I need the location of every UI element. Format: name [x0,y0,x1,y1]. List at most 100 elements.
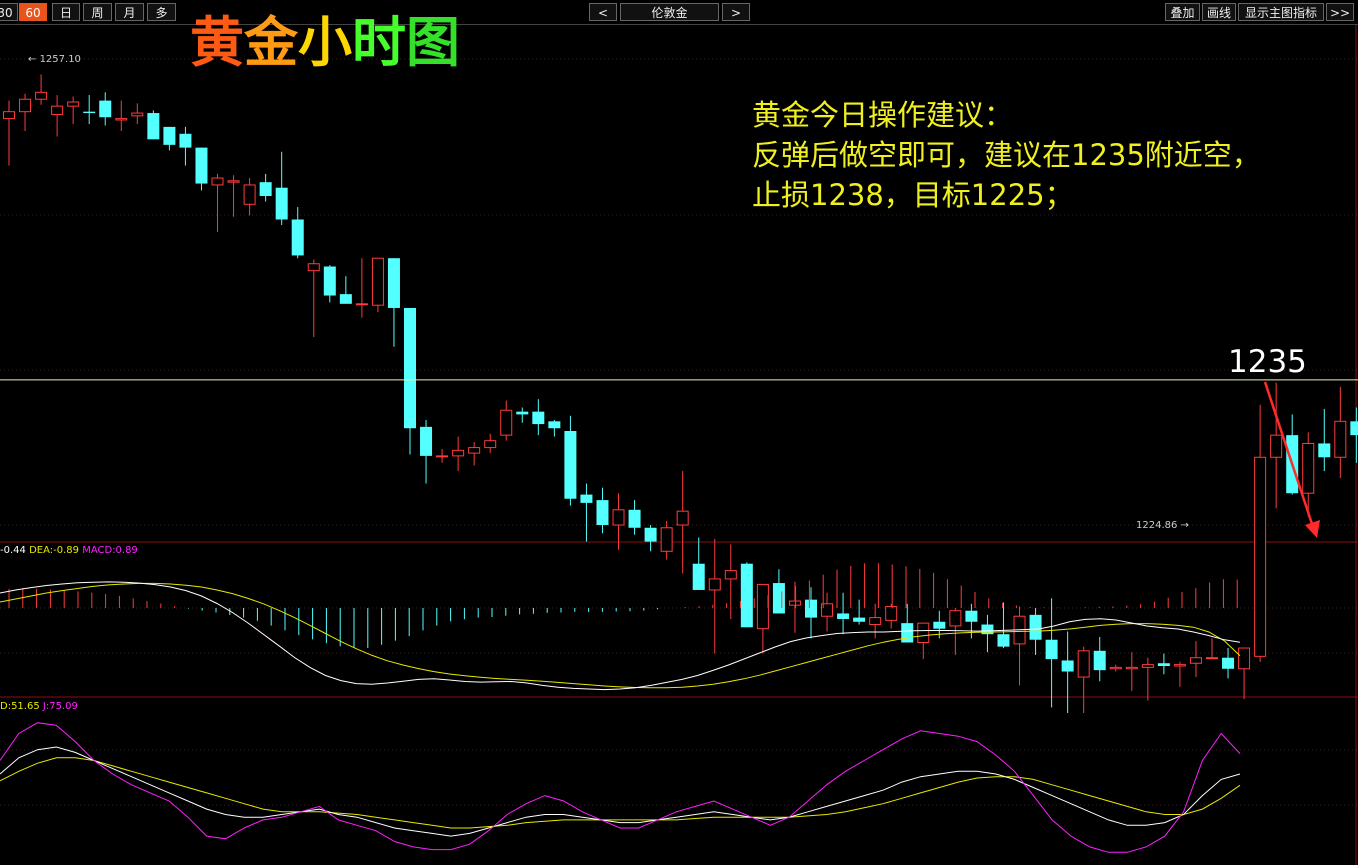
candle-body [756,583,769,630]
candle-body [3,111,15,120]
prev-symbol-button[interactable]: < [589,3,617,21]
candle-body [1206,657,1218,660]
candle-body [869,617,882,626]
candle-body [323,266,336,296]
high-price-label: ← 1257.10 [28,54,81,65]
candle-body [708,578,721,591]
candle-body [436,455,449,458]
kdj-j-line [0,722,1241,853]
symbol-selector[interactable]: 伦敦金 [620,3,719,21]
title-char-4: 时 [352,11,406,74]
candle-body [516,411,529,415]
candle-body [339,294,352,304]
candle-body [1189,657,1202,664]
candle-body [1125,666,1138,670]
level-label: 1235 [1228,344,1307,380]
candle-body [179,133,192,148]
candle-body [788,600,801,606]
candle-body [644,527,657,542]
title-char-5: 图 [406,11,460,74]
candle-body [404,307,416,429]
candle-body [387,258,400,308]
candle-body [853,617,866,622]
candle-body [307,263,320,272]
macd-diff-line [0,581,1241,691]
candle-body [949,610,962,627]
kdj-k-line [0,746,1241,837]
candle-body [676,510,689,526]
candle-body [1318,443,1331,458]
candle-body [901,623,914,643]
candle-body [115,118,128,121]
candle-body [1350,421,1358,436]
low-price-value: 1224.86 [1136,520,1178,531]
period-30-button[interactable]: 30 [0,3,18,21]
candle-body [1173,664,1186,667]
candle-body [371,257,384,306]
candle-body [1270,434,1283,458]
candle-body [837,613,850,619]
macd-macd-value: MACD:0.89 [82,545,138,556]
candle-body [19,98,32,113]
candle-body [1109,666,1122,670]
trade-advice: 黄金今日操作建议： 反弹后做空即可，建议在1235附近空， 止损1238，目标1… [752,95,1261,215]
candle-body [1045,639,1058,660]
candle-body [227,180,240,183]
candle-body [548,421,561,429]
kdj-d-line [0,757,1241,829]
title-char-1: 黄 [190,11,244,74]
candle-body [35,91,48,100]
candle-body [275,187,288,220]
candle-body [596,500,609,525]
title-char-2: 金 [244,11,298,74]
candle-body [1077,650,1090,678]
candle-body [660,527,673,552]
expand-button[interactable]: >> [1326,3,1354,21]
period-more-button[interactable]: 多 [147,3,176,21]
candle-body [997,634,1010,647]
candle-body [500,409,513,436]
kdj-legend: D:51.65 J:75.09 [0,701,78,712]
overlay-button[interactable]: 叠加 [1165,3,1200,21]
candle-body [99,100,112,118]
kdj-d-value: D:51.65 [0,701,40,712]
candle-body [1302,442,1315,494]
candle-body [420,426,433,456]
candle-body [580,494,593,503]
title-char-3: 小 [298,11,352,74]
period-day-button[interactable]: 日 [52,3,80,21]
candle-body [355,303,368,306]
show-main-indicator-button[interactable]: 显示主图指标 [1238,3,1324,21]
candle-body [468,447,481,454]
candle-body [885,606,898,621]
candle-body [1093,650,1106,671]
candle-body [51,105,64,115]
advice-line-1: 黄金今日操作建议： [752,98,1014,132]
candle-body [484,440,497,449]
candle-body [211,177,224,186]
high-price-value: 1257.10 [39,54,81,65]
candle-body [67,101,80,107]
candle-body [163,126,176,145]
candle-body [612,509,625,526]
draw-line-button[interactable]: 画线 [1202,3,1236,21]
candle-body [195,147,208,184]
period-week-button[interactable]: 周 [83,3,112,21]
macd-legend: -0.44 DEA:-0.89 MACD:0.89 [0,545,138,556]
candle-body [1334,420,1347,458]
candle-body [1222,657,1235,669]
period-month-button[interactable]: 月 [115,3,144,21]
candle-body [628,509,641,528]
candle-body [917,622,930,643]
period-60-button[interactable]: 60 [19,3,47,21]
next-symbol-button[interactable]: > [722,3,750,21]
candle-body [259,182,272,196]
candle-body [981,624,994,635]
candle-body [740,563,753,628]
candle-body [724,570,737,580]
candle-body [965,610,978,622]
candle-body [692,563,705,590]
candle-body [1141,664,1154,668]
macd-diff-value: -0.44 [0,545,26,556]
down-arrow-head [1305,520,1320,538]
